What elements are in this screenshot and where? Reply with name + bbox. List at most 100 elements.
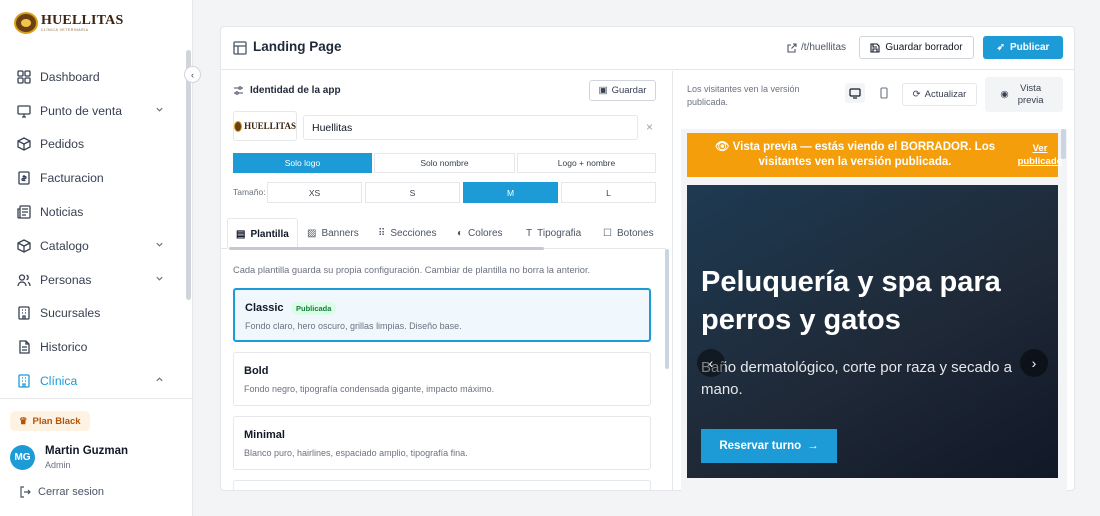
avatar[interactable]: MG [10,445,35,470]
draft-banner: 👁 Vista previa — estás viendo el BORRADO… [687,133,1062,177]
sidebar-item-label: Personas [40,272,92,287]
sidebar-item-punto-de-venta[interactable]: Punto de venta [0,94,186,128]
template-description: Fondo claro, hero oscuro, grillas limpia… [245,321,462,331]
arrow-right-icon: → [807,440,819,452]
monitor-icon [849,88,861,99]
publish-label: Publicar [1009,42,1050,53]
tab-label: Secciones [390,228,437,239]
sidebar-item-noticias[interactable]: Noticias [0,195,186,229]
sidebar-item-label: Clínica [40,374,78,389]
logout-button[interactable]: Cerrar sesion [19,486,104,498]
tab-plantilla[interactable]: ▤ Plantilla [227,218,298,249]
sidebar-item-sucursales[interactable]: Sucursales [0,297,186,331]
document-icon [16,340,31,355]
package-icon [16,137,31,152]
sidebar-item-dashboard[interactable]: Dashboard [0,60,186,94]
publish-button[interactable]: ➶ Publicar [983,36,1063,59]
preview-note: Los visitantes ven la versión publicada. [687,84,800,107]
tab-colores[interactable]: ◐ Colores [457,218,503,249]
size-s[interactable]: S [365,182,460,203]
sliders-icon [234,86,243,95]
editor-tabs: ▤ Plantilla ▨ Banners ⠿ Secciones ◐ Colores … [221,218,666,249]
save-icon [870,42,880,53]
sidebar-item-label: Dashboard [40,69,100,84]
clear-icon[interactable]: × [646,120,653,134]
app-name-input[interactable]: Huellitas [303,115,638,140]
monitor-icon [16,103,31,118]
sidebar-nav: Dashboard Punto de venta Pedidos Factura… [0,60,186,398]
newspaper-icon [16,205,31,220]
public-url-link[interactable]: /t/huellitas [787,42,846,53]
sidebar-item-pedidos[interactable]: Pedidos [0,128,186,162]
sidebar-item-personas[interactable]: Personas [0,263,186,297]
identity-section-title: Identidad de la app [233,85,341,96]
brand-logo[interactable]: HUELLITAS CLÍNICA VETERINARIA [14,12,123,34]
sidebar-item-catalogo[interactable]: Catalogo [0,229,186,263]
tab-label: Colores [468,228,503,239]
sidebar: HUELLITAS CLÍNICA VETERINARIA ‹ Dashboar… [0,0,201,516]
preview-frame: 👁 Vista previa — estás viendo el BORRADO… [681,129,1067,491]
tab-label: Botones [616,228,654,239]
template-name: Classic [245,302,284,314]
sidebar-item-label: Punto de venta [40,103,122,118]
size-m[interactable]: M [463,182,558,203]
template-description: Fondo negro, tipografía condensada gigan… [244,384,495,394]
brand-subtitle: CLÍNICA VETERINARIA [41,27,89,32]
template-card-next[interactable] [233,480,651,491]
phone-icon [880,87,888,99]
mobile-view-button[interactable] [874,83,894,103]
template-card-bold[interactable]: Bold Fondo negro, tipografía condensada … [233,352,651,406]
sidebar-item-label: Catalogo [40,238,89,253]
paw-logo-icon [234,120,243,132]
save-icon: ▣ [598,85,608,96]
size-xs[interactable]: XS [267,182,362,203]
size-l[interactable]: L [561,182,656,203]
sidebar-item-label: Sucursales [40,306,101,321]
sidebar-item-label: Pedidos [40,137,85,152]
sidebar-item-label: Facturacion [40,171,104,186]
building-icon [16,306,31,321]
user-role: Admin [45,460,71,470]
hero-subtitle: Baño dermatológico, corte por raza y sec… [701,359,1013,398]
display-mode-solo-nombre[interactable]: Solo nombre [374,153,515,173]
hero-cta-button[interactable]: Reservar turno → [701,429,837,463]
templates-scrollbar[interactable] [665,249,669,369]
users-icon [16,272,31,287]
chevron-left-icon: ‹ [191,69,194,80]
carousel-next-button[interactable]: › [1020,349,1048,377]
carousel-prev-button[interactable]: ‹ [697,349,725,377]
hero-section: Peluquería y spa para perros y gatos Bañ… [687,185,1058,478]
sidebar-footer: ♛ Plan Black MG Martin Guzman Admin Cerr… [0,398,193,498]
desktop-view-button[interactable] [845,83,865,103]
sidebar-item-label: Noticias [40,205,84,220]
preview-panel: Los visitantes ven la versión publicada.… [673,71,1074,491]
sidebar-item-clinica[interactable]: Clínica [0,364,186,398]
sidebar-item-facturacion[interactable]: Facturacion [0,161,186,195]
save-identity-button[interactable]: ▣ Guardar [589,80,656,101]
refresh-button[interactable]: ⟳ Actualizar [902,83,977,106]
collapse-sidebar-button[interactable]: ‹ [184,66,201,83]
tabs-scrollbar[interactable] [229,247,544,250]
sidebar-scrollbar[interactable] [186,50,191,300]
template-card-minimal[interactable]: Minimal Blanco puro, hairlines, espaciad… [233,416,651,470]
view-published-link[interactable]: Ver publicado [1017,142,1063,168]
brand-name: HUELLITAS [41,12,124,28]
save-draft-button[interactable]: Guardar borrador [859,36,974,59]
logout-icon [20,486,31,498]
save-identity-label: Guardar [611,85,647,96]
tab-secciones[interactable]: ⠿ Secciones [378,218,436,249]
save-draft-label: Guardar borrador [885,42,963,53]
sidebar-item-historico[interactable]: Historico [0,330,186,364]
display-mode-solo-logo[interactable]: Solo logo [233,153,372,173]
tab-tipografia[interactable]: T Tipografia [526,218,581,249]
sidebar-item-label: Historico [40,340,88,355]
display-mode-logo-nombre[interactable]: Logo + nombre [517,153,656,173]
tab-botones[interactable]: ☐ Botones [603,218,654,249]
editor-header: Landing Page /t/huellitas Guardar borrad… [221,27,1074,70]
palette-icon: ◐ [457,228,464,239]
hero-cta-label: Reservar turno [719,440,802,452]
logo-upload[interactable]: HUELLITAS [233,111,297,141]
tab-banners[interactable]: ▨ Banners [307,218,359,249]
template-card-classic[interactable]: Classic Publicada Fondo claro, hero oscu… [233,288,651,342]
preview-button[interactable]: ◉ Vista previa [985,77,1063,112]
